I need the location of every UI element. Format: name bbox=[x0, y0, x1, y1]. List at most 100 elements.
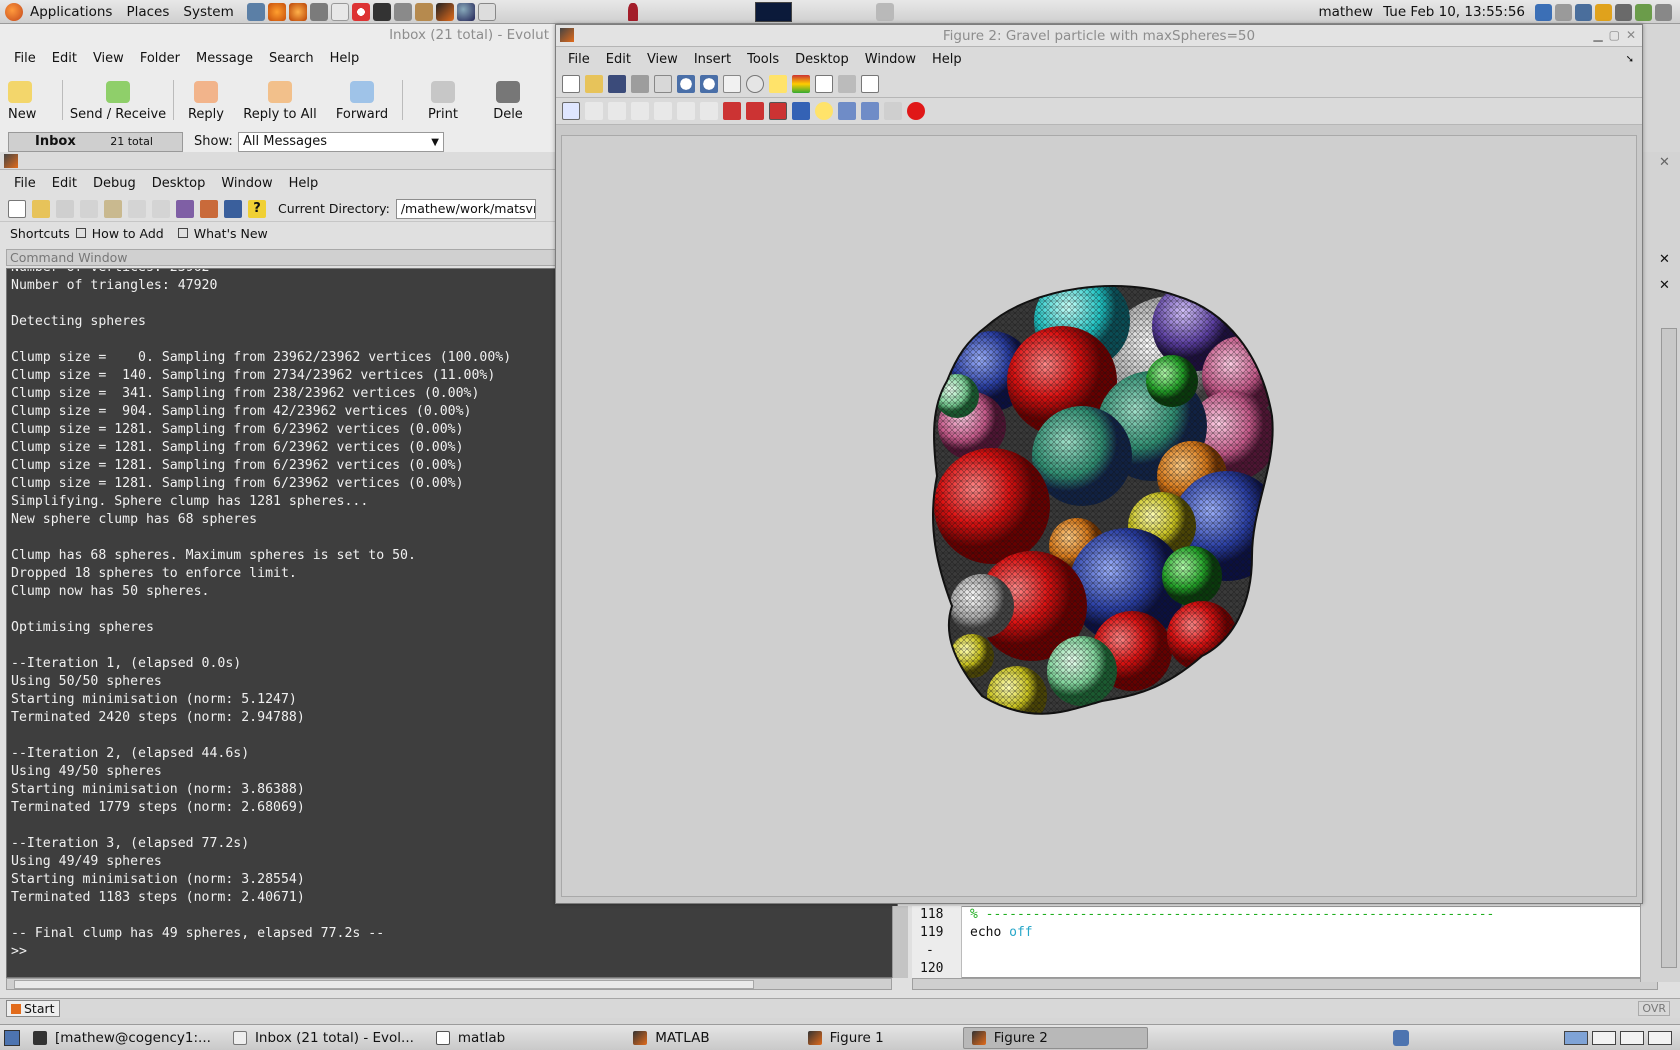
data-cursor-icon[interactable] bbox=[769, 75, 787, 93]
taskbar-item-terminal[interactable]: [mathew@cogency1:... bbox=[24, 1027, 220, 1049]
volume-icon[interactable] bbox=[1655, 3, 1672, 21]
ml-menu-file[interactable]: File bbox=[6, 176, 44, 191]
desktop-thumbnail-icon[interactable] bbox=[755, 2, 792, 22]
calculator-launcher-icon[interactable] bbox=[309, 2, 328, 21]
minimize-icon[interactable]: ▁ bbox=[1593, 28, 1602, 42]
fig-menu-window[interactable]: Window bbox=[857, 52, 924, 67]
open-file-icon[interactable] bbox=[585, 75, 603, 93]
evo-menu-search[interactable]: Search bbox=[261, 51, 322, 66]
reply-button[interactable]: Reply bbox=[174, 81, 238, 128]
reply-to-all-button[interactable]: Reply to All bbox=[238, 81, 322, 128]
computer-launcher-icon[interactable] bbox=[246, 2, 265, 21]
y-principal-axis-icon[interactable] bbox=[746, 102, 764, 120]
send-receive-button[interactable]: Send / Receive bbox=[63, 81, 173, 128]
cut-icon[interactable] bbox=[56, 199, 74, 218]
show-plot-tools-icon[interactable] bbox=[861, 75, 879, 93]
update-icon[interactable] bbox=[1535, 3, 1552, 21]
how-to-add-link[interactable]: How to Add bbox=[92, 226, 164, 241]
weather-icon[interactable] bbox=[1635, 3, 1652, 21]
pan-tilt-icon[interactable] bbox=[608, 102, 626, 120]
taskbar-item-matlab[interactable]: MATLAB bbox=[624, 1027, 718, 1049]
network-icon[interactable] bbox=[876, 3, 894, 21]
save-icon[interactable] bbox=[608, 75, 626, 93]
taskbar-item-figure-2[interactable]: Figure 2 bbox=[962, 1026, 1148, 1049]
open-folder-icon[interactable] bbox=[32, 199, 50, 218]
command-window-hscroll-thumb[interactable] bbox=[14, 980, 754, 989]
command-window-vscroll[interactable] bbox=[892, 906, 908, 978]
close-icon[interactable]: ✕ bbox=[1659, 278, 1670, 293]
applications-menu[interactable]: Applications bbox=[23, 4, 119, 20]
show-desktop-icon[interactable] bbox=[4, 1029, 20, 1046]
code-line-echo[interactable]: echo off bbox=[970, 924, 1650, 942]
reset-camera-icon[interactable] bbox=[884, 102, 902, 120]
orbit-camera-icon[interactable] bbox=[562, 102, 580, 120]
evo-menu-folder[interactable]: Folder bbox=[132, 51, 188, 66]
print-icon[interactable] bbox=[631, 75, 649, 93]
new-file-icon[interactable] bbox=[8, 199, 26, 218]
dock-scrollbar[interactable] bbox=[1661, 328, 1677, 968]
perspective-icon[interactable] bbox=[861, 102, 879, 120]
matlab-launcher-icon[interactable] bbox=[435, 2, 454, 21]
pan-hand-icon[interactable] bbox=[723, 75, 741, 93]
evo-menu-message[interactable]: Message bbox=[188, 51, 261, 66]
user-name[interactable]: mathew bbox=[1318, 4, 1373, 20]
evo-menu-edit[interactable]: Edit bbox=[44, 51, 85, 66]
new-button[interactable]: New bbox=[8, 81, 62, 128]
close-icon[interactable]: ✕ bbox=[1659, 155, 1670, 170]
gnome-foot-icon[interactable] bbox=[5, 2, 23, 21]
guide-icon[interactable] bbox=[200, 199, 218, 218]
close-icon[interactable]: ✕ bbox=[1626, 28, 1636, 42]
editor-code[interactable]: % --------------------------------------… bbox=[970, 906, 1650, 978]
undo-icon[interactable] bbox=[128, 199, 146, 218]
wine-glass-icon[interactable] bbox=[628, 3, 638, 21]
workspace-2[interactable] bbox=[1592, 1030, 1616, 1045]
move-forward-icon[interactable] bbox=[654, 102, 672, 120]
paste-icon[interactable] bbox=[104, 199, 122, 218]
fig-menu-edit[interactable]: Edit bbox=[598, 52, 639, 67]
redo-icon[interactable] bbox=[152, 199, 170, 218]
fig-menu-view[interactable]: View bbox=[639, 52, 686, 67]
print-button[interactable]: Print bbox=[403, 81, 483, 128]
taskbar-item-figure-1[interactable]: Figure 1 bbox=[799, 1027, 893, 1049]
show-filter-select[interactable]: All Messages ▼ bbox=[238, 132, 444, 152]
current-directory-field[interactable]: /mathew/work/matsvn/ bbox=[395, 198, 536, 219]
orthographic-icon[interactable] bbox=[838, 102, 856, 120]
monitor-icon[interactable] bbox=[1615, 3, 1632, 21]
help-icon[interactable]: ? bbox=[248, 199, 266, 218]
whats-new-link[interactable]: What's New bbox=[194, 226, 268, 241]
rotate-3d-icon[interactable] bbox=[746, 75, 764, 93]
places-menu[interactable]: Places bbox=[119, 4, 176, 20]
fig-menu-file[interactable]: File bbox=[560, 52, 598, 67]
fig-menu-desktop[interactable]: Desktop bbox=[787, 52, 857, 67]
tools-launcher-icon[interactable] bbox=[414, 2, 433, 21]
printer-icon[interactable] bbox=[1555, 3, 1572, 21]
roll-camera-icon[interactable] bbox=[700, 102, 718, 120]
ml-menu-desktop[interactable]: Desktop bbox=[144, 176, 214, 191]
maximize-icon[interactable]: ▢ bbox=[1609, 28, 1620, 42]
display-icon[interactable] bbox=[1575, 3, 1592, 21]
system-menu[interactable]: System bbox=[176, 4, 240, 20]
profiler-icon[interactable] bbox=[224, 199, 242, 218]
taskbar-item-evolution[interactable]: Inbox (21 total) - Evol... bbox=[224, 1027, 423, 1049]
toggle-light-icon[interactable] bbox=[815, 102, 833, 120]
legend-icon[interactable] bbox=[815, 75, 833, 93]
inbox-folder[interactable]: Inbox 21 total bbox=[8, 132, 183, 152]
workspace-switcher[interactable] bbox=[1564, 1030, 1672, 1045]
ml-menu-edit[interactable]: Edit bbox=[44, 176, 85, 191]
fig-menu-help[interactable]: Help bbox=[924, 52, 970, 67]
evo-menu-help[interactable]: Help bbox=[322, 51, 368, 66]
help-launcher-icon[interactable] bbox=[351, 2, 370, 21]
zoom-camera-icon[interactable] bbox=[677, 102, 695, 120]
evo-menu-view[interactable]: View bbox=[85, 51, 132, 66]
stop-icon[interactable] bbox=[907, 102, 925, 120]
trash-applet-icon[interactable] bbox=[1392, 1029, 1409, 1046]
ml-menu-debug[interactable]: Debug bbox=[85, 176, 144, 191]
mail-launcher-icon[interactable] bbox=[330, 2, 349, 21]
taskbar-item-matlab-terminal[interactable]: matlab bbox=[427, 1027, 514, 1049]
hide-plot-tools-icon[interactable] bbox=[838, 75, 856, 93]
fig-menu-insert[interactable]: Insert bbox=[686, 52, 739, 67]
sphere-launcher-icon[interactable] bbox=[456, 2, 475, 21]
code-comment-line[interactable]: % --------------------------------------… bbox=[970, 906, 1650, 924]
new-figure-icon[interactable] bbox=[562, 75, 580, 93]
simulink-icon[interactable] bbox=[176, 199, 194, 218]
